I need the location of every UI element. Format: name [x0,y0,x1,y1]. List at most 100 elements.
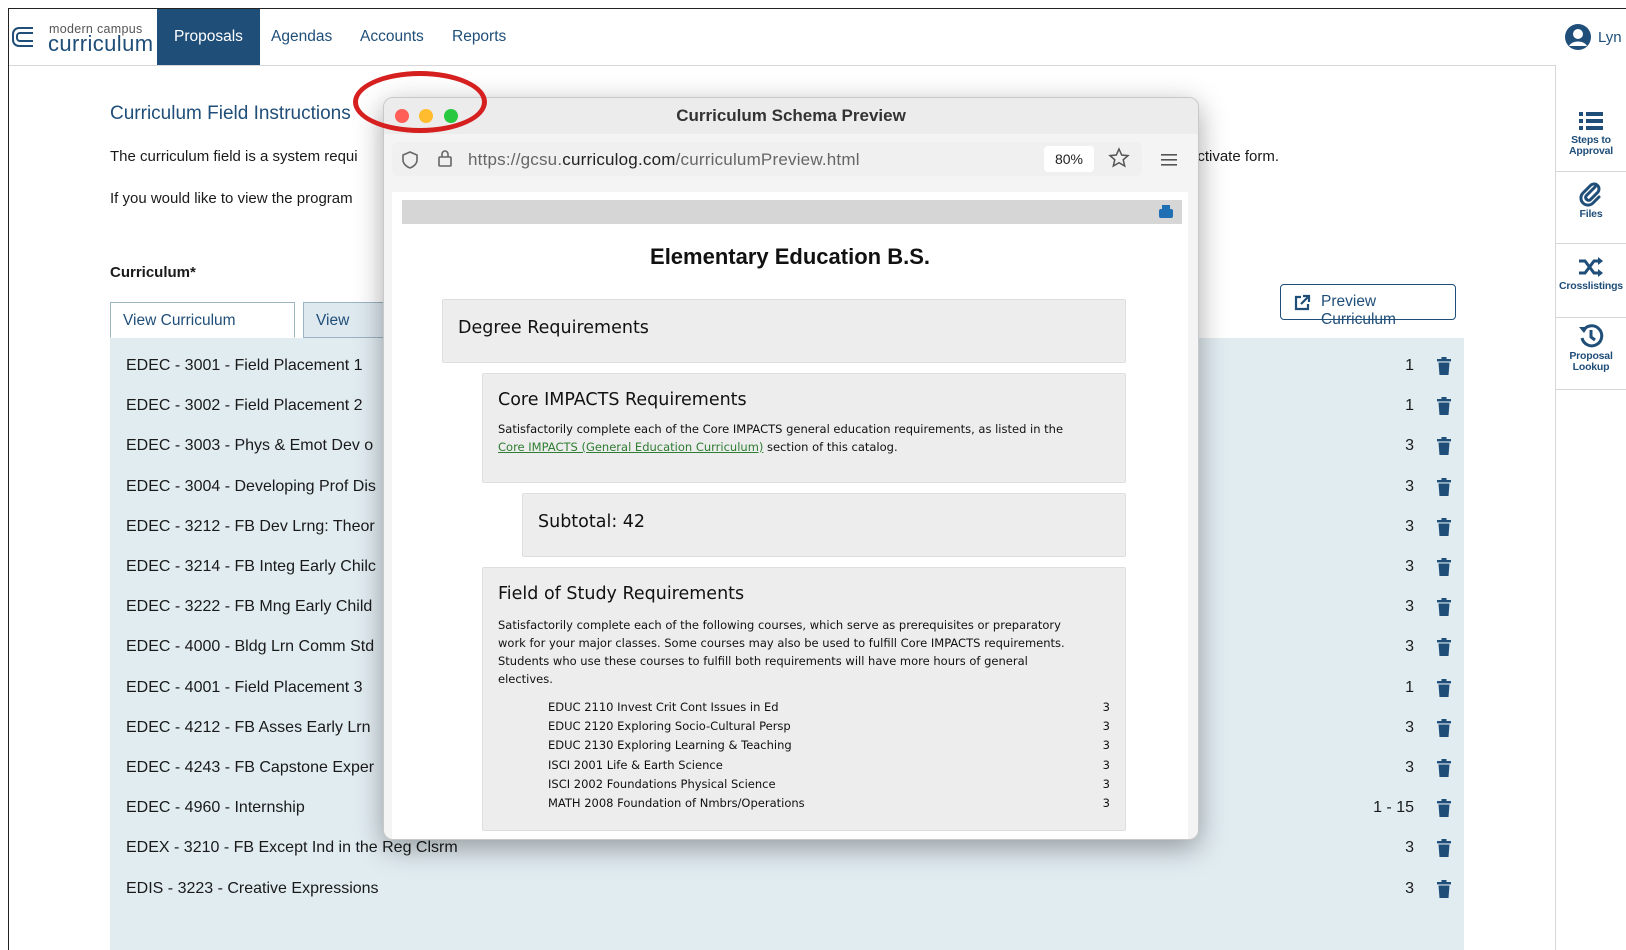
course-name: EDEC - 3003 - Phys & Emot Dev o [126,437,374,455]
course-credits: 3 [1405,839,1414,857]
trash-icon[interactable] [1436,839,1452,858]
course-credits: 3 [1405,598,1414,616]
url-path: /curriculumPreview.html [675,150,860,169]
nav-reports[interactable]: Reports [435,9,523,65]
course-credits: 3 [1405,879,1414,897]
tool-steps-to-approval[interactable]: Steps to Approval [1556,65,1626,172]
fos-text-line: Satisfactorily complete each of the foll… [498,618,1061,632]
trash-icon[interactable] [1436,598,1452,617]
course-credits: 1 [1405,678,1414,696]
core-text-2: section of this catalog. [763,440,898,454]
shuffle-icon [1579,257,1603,277]
nav-proposals[interactable]: Proposals [157,9,260,65]
course-name: EDEC - 4960 - Internship [126,799,305,817]
print-icon[interactable] [1158,204,1174,220]
fos-course-item: ISCI 2002 Foundations Physical Science 3 [548,777,1110,796]
nav-agendas[interactable]: Agendas [254,9,349,65]
subtotal-text: Subtotal: 42 [538,512,646,532]
course-credits: 3 [1405,437,1414,455]
trash-icon[interactable] [1436,638,1452,657]
instructions-text-2: If you would like to view the program [110,190,353,207]
highlight-annotation [353,71,487,133]
address-bar[interactable]: https://gcsu.curriculog.com/curriculumPr… [392,142,1142,176]
zoom-level[interactable]: 80% [1044,146,1094,172]
core-impacts-link[interactable]: Core IMPACTS (General Education Curricul… [498,440,763,454]
trash-icon[interactable] [1436,718,1452,737]
fos-course-credits: 3 [1102,719,1110,734]
fos-text-line: work for your major classes. Some course… [498,636,1065,650]
window-titlebar[interactable]: Curriculum Schema Preview [384,98,1198,134]
instructions-text: The curriculum field is a system requi [110,148,358,165]
app-frame: modern campus curriculum Proposals Agend… [8,8,1626,950]
course-credits: 1 [1405,357,1414,374]
logo-mark-icon [12,27,33,47]
trash-icon[interactable] [1436,437,1452,456]
page-heading: Curriculum Field Instructions [110,103,351,124]
course-name: EDEC - 3001 - Field Placement 1 [126,357,363,374]
fos-course-credits: 3 [1102,700,1110,714]
trash-icon[interactable] [1436,678,1452,697]
logo[interactable]: modern campus curriculum [11,17,159,57]
course-credits: 3 [1405,477,1414,495]
trash-icon[interactable] [1436,477,1452,496]
course-name: EDEC - 3222 - FB Mng Early Child [126,598,373,616]
section-text: Satisfactorily complete each of the foll… [498,616,1118,688]
course-name: EDEX - 3210 - FB Except Ind in the Reg C… [126,839,458,857]
trash-icon[interactable] [1436,517,1452,536]
degree-requirements-section: Degree Requirements [442,299,1126,363]
nav-accounts[interactable]: Accounts [343,9,441,65]
curriculum-field-label: Curriculum* [110,264,196,281]
tool-proposal-lookup[interactable]: Proposal Lookup [1556,317,1626,390]
lock-icon [438,150,452,167]
fos-course-name: MATH 2008 Foundation of Nmbrs/Operations [548,796,805,810]
course-credits: 3 [1405,759,1414,776]
fos-course-credits: 3 [1102,757,1110,772]
fos-course-name: ISCI 2001 Life & Earth Science [548,757,723,772]
fos-course-item: ISCI 2001 Life & Earth Science 3 [548,758,1110,777]
course-name: EDEC - 4243 - FB Capstone Exper [126,759,375,776]
tab-view-curriculum[interactable]: View Curr [303,302,393,365]
tool-files[interactable]: Files [1556,171,1626,244]
trash-icon[interactable] [1436,759,1452,777]
section-heading: Core IMPACTS Requirements [498,390,747,410]
fos-course-item: MATH 2008 Foundation of Nmbrs/Operations… [548,796,1110,815]
course-name: EDEC - 4001 - Field Placement 3 [126,678,363,696]
tool-label: Files [1579,208,1603,220]
subtotal-section: Subtotal: 42 [522,493,1126,557]
trash-icon[interactable] [1436,397,1452,416]
external-link-icon [1294,294,1311,311]
preview-curriculum-button[interactable]: Preview Curriculum [1280,284,1456,328]
trash-icon[interactable] [1436,558,1452,576]
preview-content: Elementary Education B.S. Degree Require… [392,192,1188,839]
course-name: EDEC - 4000 - Bldg Lrn Comm Std [126,638,375,656]
history-icon [1579,324,1604,348]
fos-course-item: EDUC 2110 Invest Crit Cont Issues in Ed 3 [548,700,1110,719]
preview-button-label: Preview Curriculum [1321,293,1396,328]
trash-icon[interactable] [1436,357,1452,375]
table-row[interactable]: EDIS - 3223 - Creative Expressions 3 [110,869,1464,909]
user-menu[interactable]: Lyn [1564,21,1626,53]
trash-icon[interactable] [1436,799,1452,818]
fos-course-item: EDUC 2130 Exploring Learning & Teaching 3 [548,738,1110,757]
course-name: EDEC - 3002 - Field Placement 2 [126,397,363,415]
tool-sidebar: Steps to Approval Files Crosslistings Pr… [1555,65,1626,950]
instructions-text-end: activate form. [1189,148,1280,165]
field-of-study-section: Field of Study Requirements Satisfactori… [482,567,1126,831]
tool-label: Lookup [1572,361,1610,373]
section-heading: Degree Requirements [458,318,649,338]
trash-icon[interactable] [1436,879,1452,898]
fos-course-credits: 3 [1102,796,1110,810]
url-prefix: https://gcsu. [468,150,563,169]
section-heading: Field of Study Requirements [498,584,745,604]
tab-view-curriculum-courses[interactable]: View Curriculum Courses [110,302,295,365]
course-name: EDIS - 3223 - Creative Expressions [126,879,379,897]
course-credits: 3 [1405,638,1414,656]
menu-icon[interactable] [1160,152,1178,168]
paperclip-icon [1579,182,1601,207]
section-text: Satisfactorily complete each of the Core… [498,420,1118,456]
course-credits: 3 [1405,517,1414,535]
preview-window: Curriculum Schema Preview https://gcsu.c… [383,97,1199,840]
star-icon[interactable] [1108,147,1130,169]
print-toolbar [402,200,1182,224]
tool-crosslistings[interactable]: Crosslistings [1556,243,1626,318]
